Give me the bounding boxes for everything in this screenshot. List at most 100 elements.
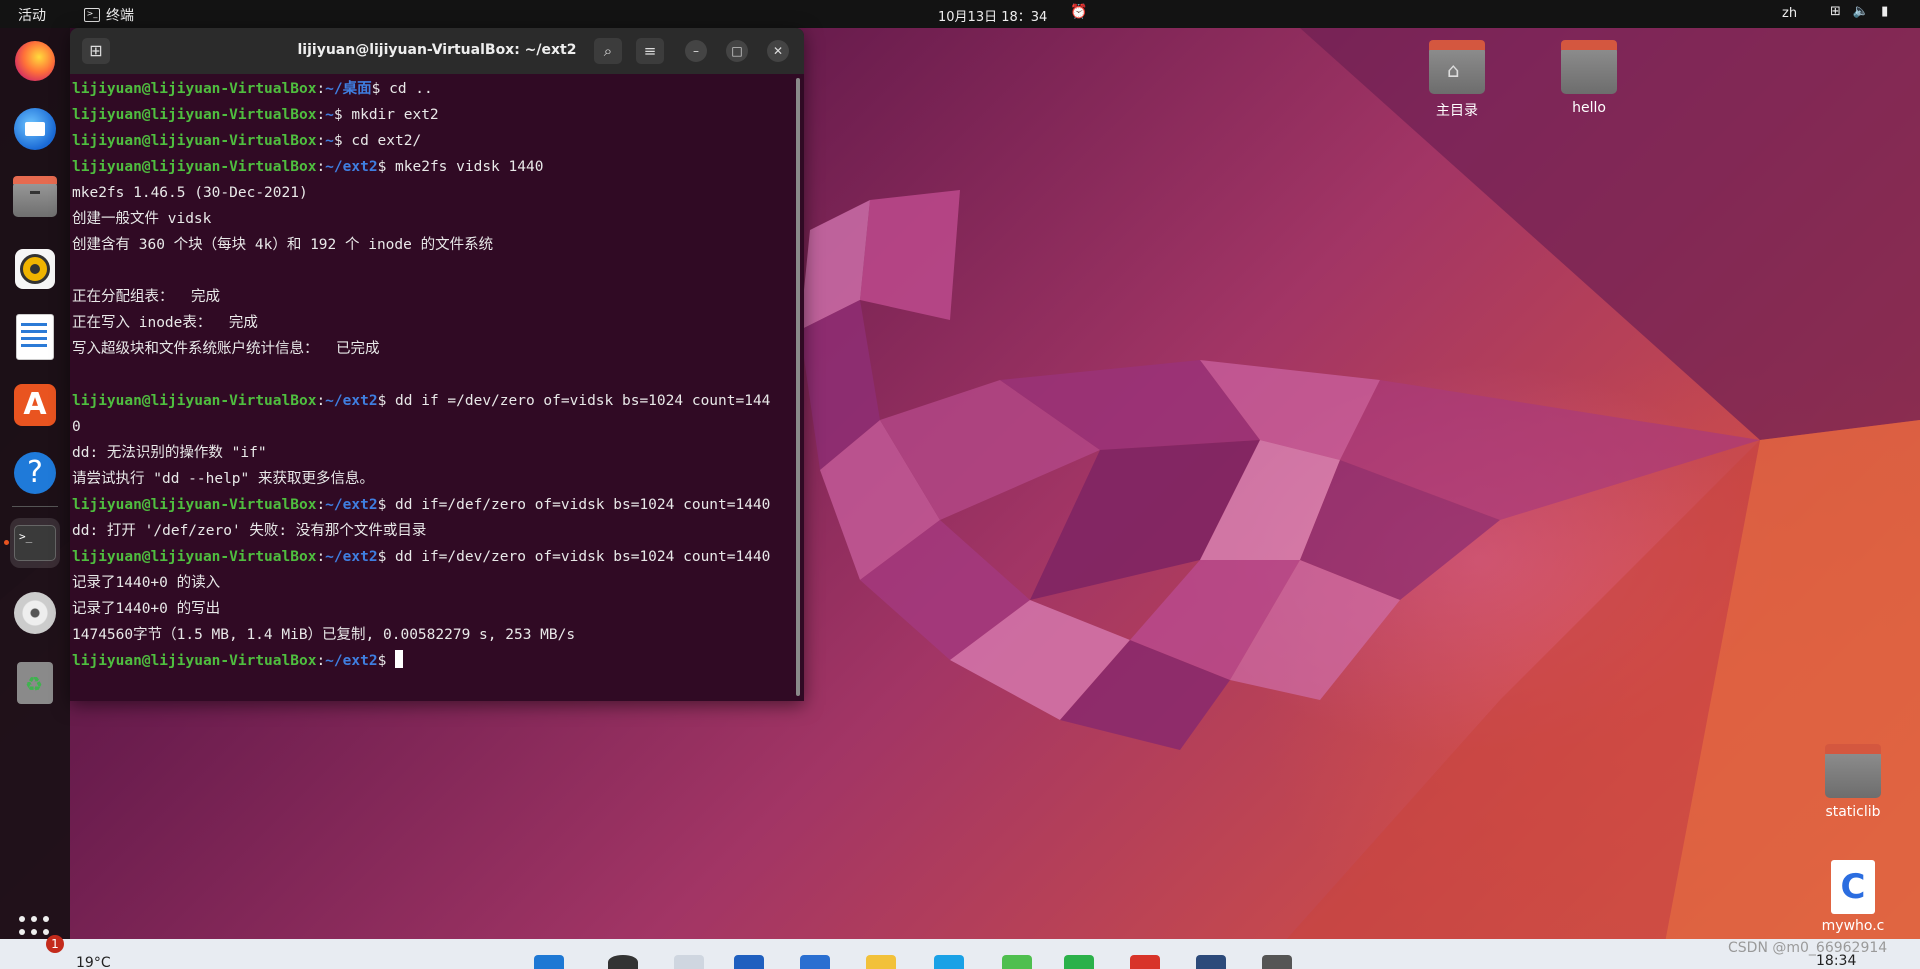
desktop-icon-hello[interactable]: hello xyxy=(1544,40,1634,116)
terminal-output[interactable]: lijiyuan@lijiyuan-VirtualBox:~/桌面$ cd ..… xyxy=(70,74,792,701)
app-icon[interactable] xyxy=(1262,955,1292,969)
menu-button[interactable]: ≡ xyxy=(636,38,664,64)
terminal-line: lijiyuan@lijiyuan-VirtualBox:~/ext2$ dd … xyxy=(72,390,770,412)
dock-writer[interactable] xyxy=(10,312,60,362)
output-text: 1474560字节（1.5 MB, 1.4 MiB）已复制, 0.0058227… xyxy=(72,627,576,643)
terminal-line: 写入超级块和文件系统账户统计信息： 已完成 xyxy=(72,338,379,360)
dock-app-center[interactable]: A xyxy=(10,380,60,430)
edge-icon[interactable] xyxy=(934,955,964,969)
terminal-header[interactable]: ⊞ lijiyuan@lijiyuan-VirtualBox: ~/ext2 ⌕… xyxy=(70,28,804,74)
close-button[interactable]: ✕ xyxy=(767,40,789,62)
maximize-button[interactable]: □ xyxy=(726,40,748,62)
prompt-separator: : xyxy=(316,549,326,565)
wechat-icon[interactable] xyxy=(1064,955,1094,969)
prompt-user: lijiyuan@lijiyuan-VirtualBox xyxy=(72,159,317,175)
terminal-line: dd: 无法识别的操作数 "if" xyxy=(72,442,267,464)
dock-files[interactable] xyxy=(10,174,60,224)
minimize-icon: – xyxy=(693,44,699,58)
taskview-icon[interactable] xyxy=(674,955,704,969)
output-text: mke2fs 1.46.5 (30-Dec-2021) xyxy=(72,185,308,201)
dock-terminal[interactable]: >_ xyxy=(4,518,60,568)
command-text: $ xyxy=(377,653,396,669)
clock[interactable]: 10月13日 18：34 xyxy=(938,6,1047,25)
alarm-icon: ⏰ xyxy=(1070,4,1088,20)
language-indicator[interactable]: zh xyxy=(1782,6,1797,21)
output-text: 写入超级块和文件系统账户统计信息： 已完成 xyxy=(72,341,380,357)
app-center-icon: A xyxy=(14,384,56,426)
virtualbox-icon[interactable] xyxy=(1196,955,1226,969)
dock-thunderbird[interactable] xyxy=(10,104,60,154)
battery-icon: ▮ xyxy=(1881,4,1889,19)
c-file-icon: C xyxy=(1831,860,1875,914)
prompt-separator: : xyxy=(316,81,326,97)
network-icon: ⊞ xyxy=(1830,4,1841,19)
output-text: 请尝试执行 "dd --help" 来获取更多信息。 xyxy=(72,471,374,487)
desktop-icon-label: mywho.c xyxy=(1821,918,1885,934)
terminal-line: 创建一般文件 vidsk xyxy=(72,208,211,230)
search-icon: ⌕ xyxy=(603,42,613,60)
trash-icon xyxy=(17,662,53,704)
command-text: $ dd if =/dev/zero of=vidsk bs=1024 coun… xyxy=(377,393,771,409)
folder-icon xyxy=(1561,40,1617,94)
output-text: 创建含有 360 个块（每块 4k）和 192 个 inode 的文件系统 xyxy=(72,237,494,253)
dock-help[interactable]: ? xyxy=(10,448,60,498)
minimize-button[interactable]: – xyxy=(685,40,707,62)
dock-disc[interactable] xyxy=(10,588,60,638)
terminal-icon: >_ xyxy=(14,525,56,561)
terminal-line: lijiyuan@lijiyuan-VirtualBox:~/ext2$ dd … xyxy=(72,546,770,568)
prompt-user: lijiyuan@lijiyuan-VirtualBox xyxy=(72,497,317,513)
prompt-separator: : xyxy=(316,133,326,149)
app-menu[interactable]: >_ 终端 xyxy=(84,5,134,25)
command-text: $ mkdir ext2 xyxy=(333,107,439,123)
search-icon[interactable] xyxy=(608,955,638,969)
terminal-line: 正在写入 inode表： 完成 xyxy=(72,312,258,334)
terminal-line: lijiyuan@lijiyuan-VirtualBox:~/ext2$ mke… xyxy=(72,156,543,178)
shield-icon[interactable] xyxy=(800,955,830,969)
prompt-separator: : xyxy=(316,653,326,669)
prompt-separator: : xyxy=(316,393,326,409)
prompt-user: lijiyuan@lijiyuan-VirtualBox xyxy=(72,653,317,669)
notification-badge: 1 xyxy=(46,935,64,953)
terminal-scrollbar[interactable] xyxy=(796,78,800,696)
new-tab-button[interactable]: ⊞ xyxy=(82,38,110,64)
desktop-icon-staticlib[interactable]: staticlib xyxy=(1808,744,1898,820)
search-button[interactable]: ⌕ xyxy=(594,38,622,64)
dock: A ? >_ xyxy=(0,28,70,948)
app-icon[interactable] xyxy=(1002,955,1032,969)
activities-button[interactable]: 活动 xyxy=(18,5,46,25)
prompt-user: lijiyuan@lijiyuan-VirtualBox xyxy=(72,133,317,149)
system-menu[interactable]: ⊞ 🔈 ▮ xyxy=(1830,4,1888,19)
terminal-line: lijiyuan@lijiyuan-VirtualBox:~/ext2$ dd … xyxy=(72,494,770,516)
help-icon: ? xyxy=(14,452,56,494)
dock-firefox[interactable] xyxy=(10,36,60,86)
prompt-user: lijiyuan@lijiyuan-VirtualBox xyxy=(72,393,317,409)
thunderbird-icon xyxy=(14,108,56,150)
weather-temp[interactable]: 19°C xyxy=(76,955,111,969)
prompt-separator: : xyxy=(316,159,326,175)
terminal-line: 创建含有 360 个块（每块 4k）和 192 个 inode 的文件系统 xyxy=(72,234,493,256)
store-icon[interactable] xyxy=(734,955,764,969)
terminal-line: dd: 打开 '/def/zero' 失败: 没有那个文件或目录 xyxy=(72,520,426,542)
desktop-icon-mywho[interactable]: C mywho.c xyxy=(1808,860,1898,934)
prompt-path: ~/ext2 xyxy=(325,549,378,565)
text-cursor xyxy=(395,650,404,668)
prompt-path: ~/ext2 xyxy=(325,159,378,175)
output-text: dd: 无法识别的操作数 "if" xyxy=(72,445,267,461)
command-text: $ cd ext2/ xyxy=(333,133,422,149)
dock-rhythmbox[interactable] xyxy=(10,244,60,294)
terminal-line: 0 xyxy=(72,416,81,438)
app-icon[interactable] xyxy=(1130,955,1160,969)
prompt-separator: : xyxy=(316,107,326,123)
windows-start-icon[interactable] xyxy=(534,955,564,969)
csdn-watermark: CSDN @m0_66962914 xyxy=(1728,940,1888,956)
terminal-line: 1474560字节（1.5 MB, 1.4 MiB）已复制, 0.0058227… xyxy=(72,624,575,646)
desktop-icon-home[interactable]: ⌂ 主目录 xyxy=(1412,40,1502,120)
terminal-line: mke2fs 1.46.5 (30-Dec-2021) xyxy=(72,182,308,204)
terminal-line: lijiyuan@lijiyuan-VirtualBox:~$ cd ext2/ xyxy=(72,130,421,152)
output-text: 正在分配组表： 完成 xyxy=(72,289,220,305)
folder-icon[interactable] xyxy=(866,955,896,969)
desktop-icon-label: staticlib xyxy=(1825,804,1881,820)
dock-trash[interactable] xyxy=(10,658,60,708)
prompt-path: ~/ext2 xyxy=(325,653,378,669)
rhythmbox-icon xyxy=(15,249,55,289)
